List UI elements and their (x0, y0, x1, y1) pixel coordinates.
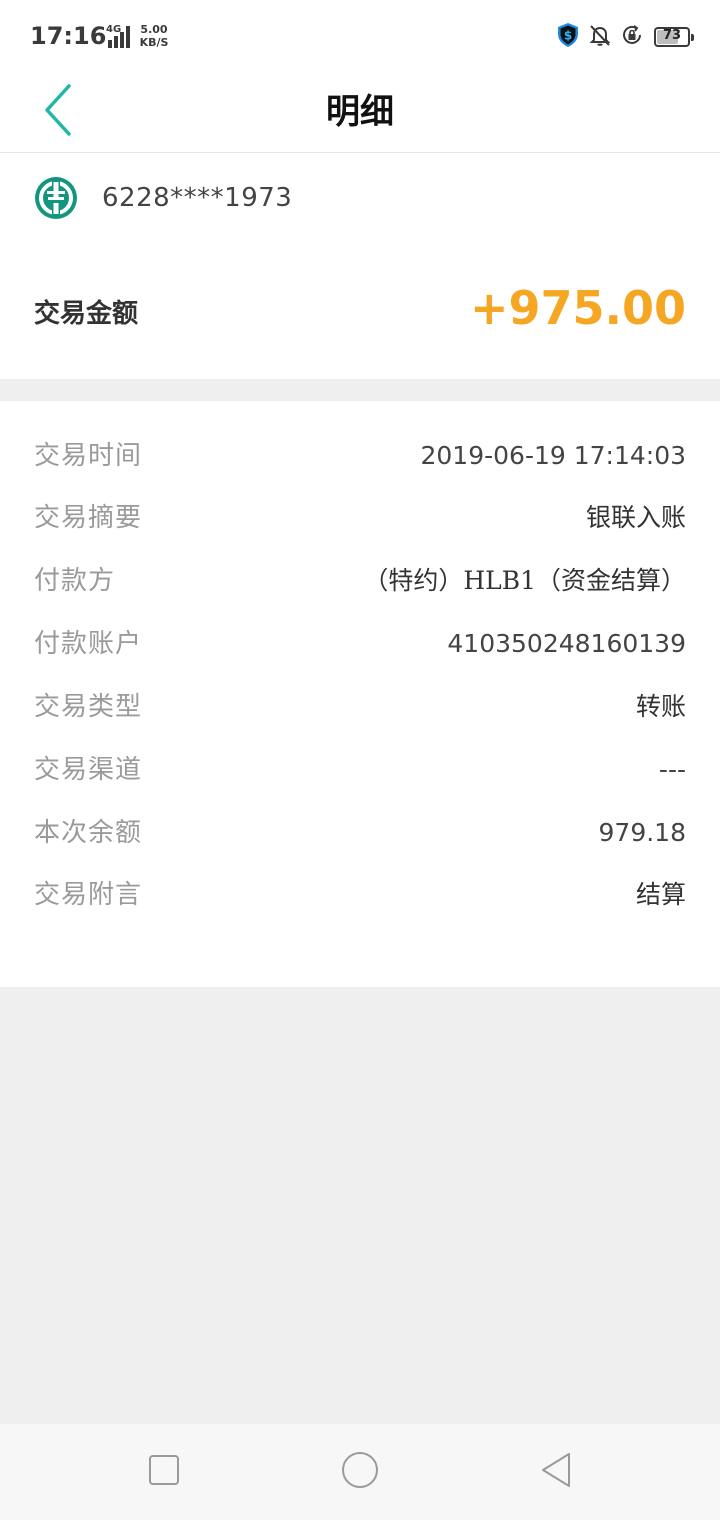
network-speed: 5.00 KB/S (137, 23, 171, 49)
amount-label: 交易金额 (34, 299, 139, 329)
detail-value: 2019-06-19 17:14:03 (420, 441, 686, 470)
detail-row-payer-account: 付款账户 410350248160139 (0, 624, 720, 664)
bank-logo-icon (34, 176, 78, 220)
card-number: 6228****1973 (102, 183, 293, 213)
detail-label: 交易渠道 (34, 755, 143, 785)
status-time: 17:16 (30, 22, 107, 50)
system-back-button[interactable] (532, 1448, 580, 1496)
detail-label: 交易附言 (34, 880, 143, 910)
detail-label: 付款账户 (34, 629, 143, 659)
detail-label: 交易类型 (34, 692, 143, 722)
detail-value: 银联入账 (585, 503, 686, 532)
rotation-lock-icon (620, 23, 644, 51)
detail-row-balance: 本次余额 979.18 (0, 813, 720, 853)
square-icon (148, 1454, 180, 1490)
status-bar: 17:16 4G 5.00 KB/S $ 73 (0, 0, 720, 72)
system-nav-bar (0, 1424, 720, 1520)
detail-value: 转账 (635, 692, 686, 721)
detail-label: 付款方 (34, 566, 116, 596)
network-speed-value: 5.00 (140, 23, 168, 36)
detail-value: --- (658, 755, 686, 784)
detail-row-time: 交易时间 2019-06-19 17:14:03 (0, 436, 720, 476)
bell-muted-icon (588, 23, 612, 51)
battery-icon: 73 (654, 27, 694, 47)
transaction-details: 交易时间 2019-06-19 17:14:03 交易摘要 银联入账 付款方 （… (0, 401, 720, 987)
svg-text:$: $ (564, 29, 572, 43)
network-speed-unit: KB/S (139, 36, 169, 49)
battery-level: 73 (662, 28, 682, 43)
detail-value: 979.18 (598, 818, 686, 847)
network-type: 4G (106, 24, 122, 35)
nav-bar: 明细 (0, 72, 720, 153)
circle-icon (340, 1450, 380, 1494)
transaction-summary: 6228****1973 交易金额 +975.00 (0, 153, 720, 379)
detail-label: 本次余额 (34, 818, 143, 848)
status-icons: $ 73 (556, 22, 694, 52)
detail-row-payer: 付款方 （特约）HLB1（资金结算） (0, 561, 720, 601)
detail-row-memo: 交易附言 结算 (0, 875, 720, 915)
mobile-signal-icon: 4G (98, 24, 134, 48)
detail-row-type: 交易类型 转账 (0, 687, 720, 727)
security-shield-icon: $ (556, 22, 580, 52)
detail-row-summary: 交易摘要 银联入账 (0, 498, 720, 538)
home-button[interactable] (336, 1448, 384, 1496)
amount-value: +975.00 (469, 281, 686, 335)
detail-row-channel: 交易渠道 --- (0, 750, 720, 790)
detail-value: 结算 (635, 880, 686, 909)
recent-apps-button[interactable] (140, 1448, 188, 1496)
detail-value: （特约）HLB1（资金结算） (363, 566, 686, 595)
page-title: 明细 (326, 92, 394, 132)
detail-label: 交易摘要 (34, 503, 143, 533)
triangle-back-icon (539, 1451, 573, 1493)
detail-value: 410350248160139 (447, 629, 686, 658)
detail-label: 交易时间 (34, 441, 143, 471)
